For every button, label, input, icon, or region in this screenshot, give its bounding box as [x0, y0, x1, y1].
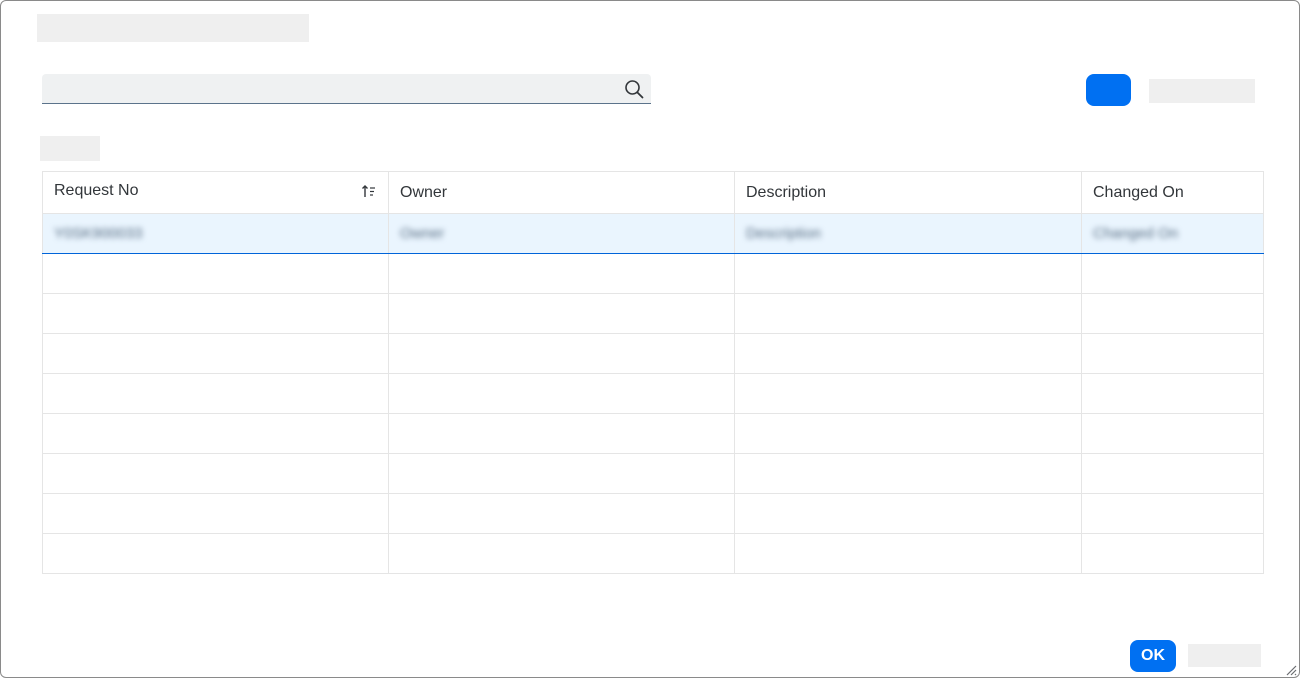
- search-field[interactable]: [42, 74, 651, 104]
- empty-row: [42, 493, 1264, 534]
- resize-handle-icon[interactable]: [1285, 663, 1297, 676]
- search-icon[interactable]: [623, 78, 645, 100]
- cell-request-no: Y0SK900033: [42, 213, 389, 254]
- cell-description: Description: [734, 213, 1082, 254]
- items-count-placeholder: [40, 136, 100, 161]
- column-header-label: Request No: [54, 182, 139, 199]
- sort-ascending-icon: [361, 184, 377, 203]
- cell-owner: Owner: [388, 213, 735, 254]
- dialog-title-placeholder: [37, 14, 309, 42]
- table-header-row: Request No Owner Description Changed On: [42, 171, 1264, 214]
- column-header-label: Owner: [400, 183, 448, 201]
- cell-changed-on: Changed On: [1081, 213, 1264, 254]
- value-help-dialog: Request No Owner Description Changed On: [0, 0, 1300, 678]
- empty-row: [42, 253, 1264, 294]
- column-header-owner[interactable]: Owner: [388, 171, 735, 214]
- ok-button[interactable]: OK: [1130, 640, 1176, 672]
- empty-row: [42, 373, 1264, 414]
- empty-row: [42, 413, 1264, 454]
- column-header-label: Changed On: [1093, 183, 1184, 201]
- table-row[interactable]: Y0SK900033 Owner Description Changed On: [42, 213, 1264, 254]
- column-header-label: Description: [746, 183, 827, 201]
- empty-row: [42, 533, 1264, 574]
- results-table: Request No Owner Description Changed On: [42, 171, 1264, 574]
- primary-action-button[interactable]: [1086, 74, 1131, 106]
- column-header-request-no[interactable]: Request No: [42, 171, 389, 214]
- empty-row: [42, 453, 1264, 494]
- search-input[interactable]: [42, 74, 612, 103]
- empty-row: [42, 333, 1264, 374]
- cancel-button-placeholder[interactable]: [1188, 644, 1261, 667]
- empty-row: [42, 293, 1264, 334]
- column-header-description[interactable]: Description: [734, 171, 1082, 214]
- column-header-changed-on[interactable]: Changed On: [1081, 171, 1264, 214]
- secondary-action-placeholder[interactable]: [1149, 79, 1255, 103]
